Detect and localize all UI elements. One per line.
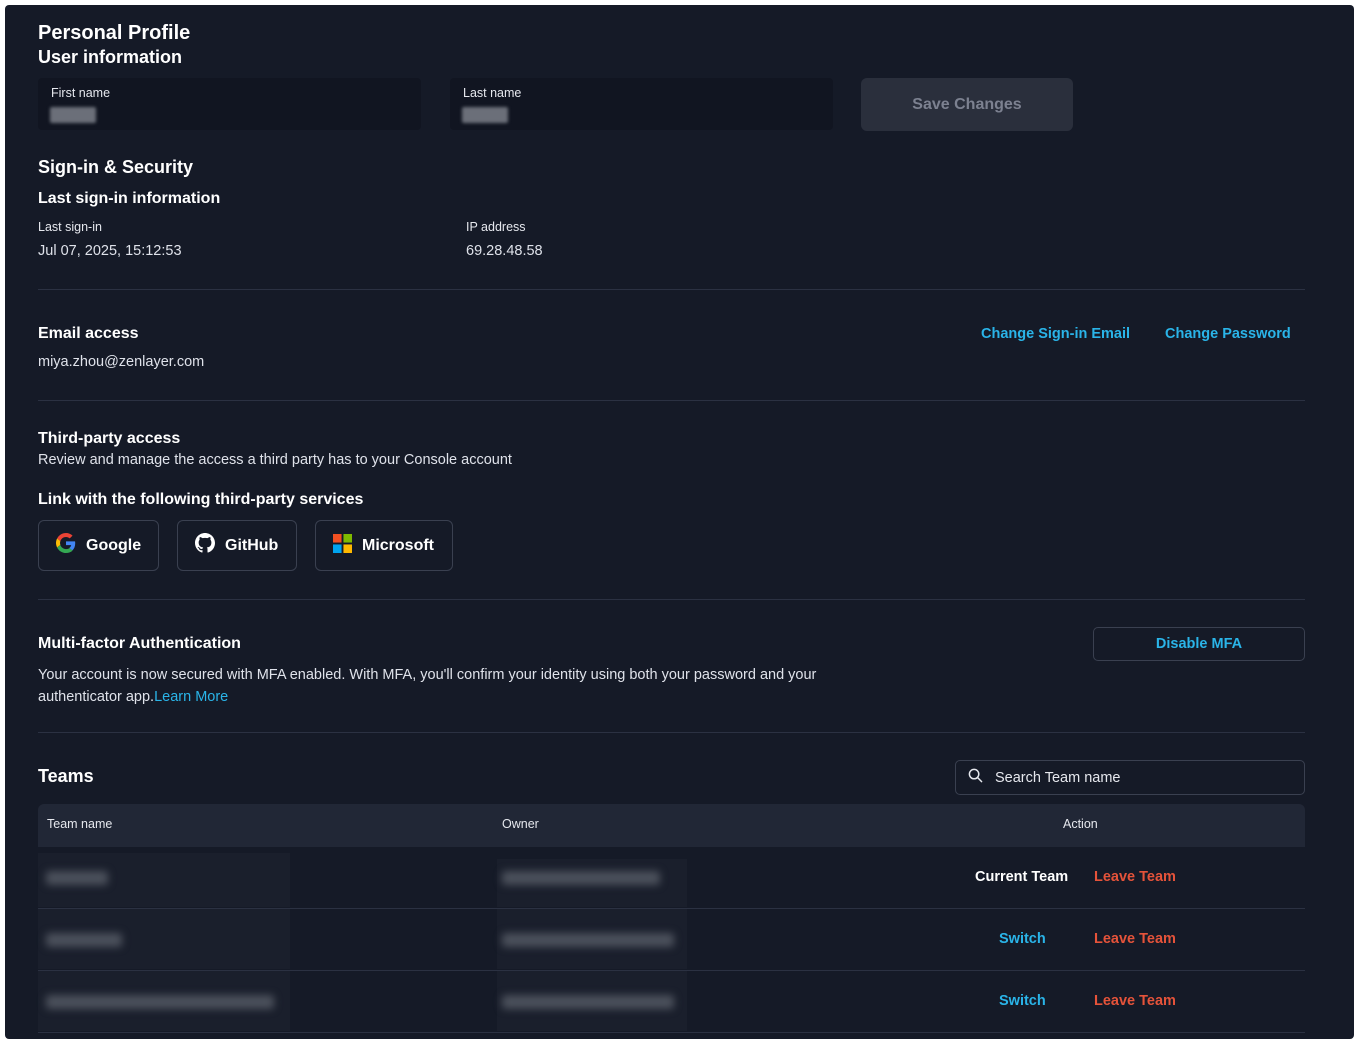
- third-party-title: Third-party access: [38, 430, 181, 447]
- first-name-field[interactable]: First name: [38, 78, 421, 130]
- profile-page: Personal Profile User information First …: [5, 5, 1354, 1039]
- table-header: Team name Owner Action: [38, 804, 1305, 847]
- ip-address-value: 69.28.48.58: [466, 243, 543, 259]
- microsoft-link-button[interactable]: Microsoft: [315, 520, 453, 571]
- search-icon: [968, 768, 983, 788]
- user-info-heading: User information: [38, 47, 183, 67]
- mfa-description: Your account is now secured with MFA ena…: [38, 664, 898, 708]
- mfa-title: Multi-factor Authentication: [38, 635, 241, 652]
- github-link-button[interactable]: GitHub: [177, 520, 297, 571]
- last-signin-value: Jul 07, 2025, 15:12:53: [38, 243, 182, 259]
- team-name-blur: [46, 995, 274, 1009]
- third-party-description: Review and manage the access a third par…: [38, 452, 512, 468]
- last-signin-label: Last sign-in: [38, 220, 102, 234]
- leave-team-button[interactable]: Leave Team: [1094, 931, 1176, 947]
- column-owner: Owner: [502, 817, 539, 831]
- last-name-label: Last name: [463, 86, 522, 100]
- email-value: miya.zhou@zenlayer.com: [38, 354, 205, 370]
- divider: [38, 289, 1305, 290]
- teams-table: Team name Owner Action Current Team Leav…: [38, 804, 1305, 1033]
- owner-blur: [502, 871, 660, 885]
- disable-mfa-button[interactable]: Disable MFA: [1093, 627, 1305, 661]
- page-title: Personal Profile: [38, 22, 191, 44]
- ip-address-label: IP address: [466, 220, 526, 234]
- table-row: Current Team Leave Team: [38, 847, 1305, 909]
- mfa-description-line1: Your account is now secured with MFA ena…: [38, 667, 817, 683]
- divider: [38, 400, 1305, 401]
- leave-team-button[interactable]: Leave Team: [1094, 869, 1176, 885]
- save-changes-button[interactable]: Save Changes: [861, 78, 1073, 131]
- table-row: Switch Leave Team: [38, 909, 1305, 971]
- table-row: Switch Leave Team: [38, 971, 1305, 1033]
- team-name-blur: [46, 871, 108, 885]
- google-label: Google: [86, 536, 142, 554]
- github-icon: [195, 533, 215, 558]
- switch-team-button[interactable]: Switch: [999, 931, 1046, 947]
- mfa-description-line2: authenticator app.: [38, 689, 155, 705]
- teams-title: Teams: [38, 766, 94, 786]
- learn-more-link[interactable]: Learn More: [154, 689, 228, 705]
- email-access-title: Email access: [38, 325, 139, 342]
- leave-team-button[interactable]: Leave Team: [1094, 993, 1176, 1009]
- link-services-heading: Link with the following third-party serv…: [38, 491, 364, 508]
- team-search-input[interactable]: [993, 768, 1287, 787]
- divider: [38, 599, 1305, 600]
- google-link-button[interactable]: Google: [38, 520, 159, 571]
- switch-team-button[interactable]: Switch: [999, 993, 1046, 1009]
- divider: [38, 732, 1305, 733]
- change-password-link[interactable]: Change Password: [1165, 326, 1291, 342]
- team-name-blur: [46, 933, 122, 947]
- first-name-value-redacted: [50, 107, 96, 123]
- last-name-value-redacted: [462, 107, 508, 123]
- column-action: Action: [1063, 817, 1098, 831]
- microsoft-label: Microsoft: [362, 536, 434, 554]
- owner-blur: [502, 995, 674, 1009]
- github-label: GitHub: [225, 536, 279, 554]
- microsoft-icon: [333, 533, 352, 558]
- change-signin-email-link[interactable]: Change Sign-in Email: [981, 326, 1130, 342]
- current-team-label: Current Team: [975, 869, 1069, 885]
- team-search-box[interactable]: [955, 760, 1305, 795]
- owner-blur: [502, 933, 674, 947]
- last-name-field[interactable]: Last name: [450, 78, 833, 130]
- google-icon: [56, 533, 76, 558]
- column-team-name: Team name: [47, 817, 113, 831]
- last-signin-heading: Last sign-in information: [38, 190, 221, 207]
- security-title: Sign-in & Security: [38, 157, 194, 177]
- first-name-label: First name: [51, 86, 111, 100]
